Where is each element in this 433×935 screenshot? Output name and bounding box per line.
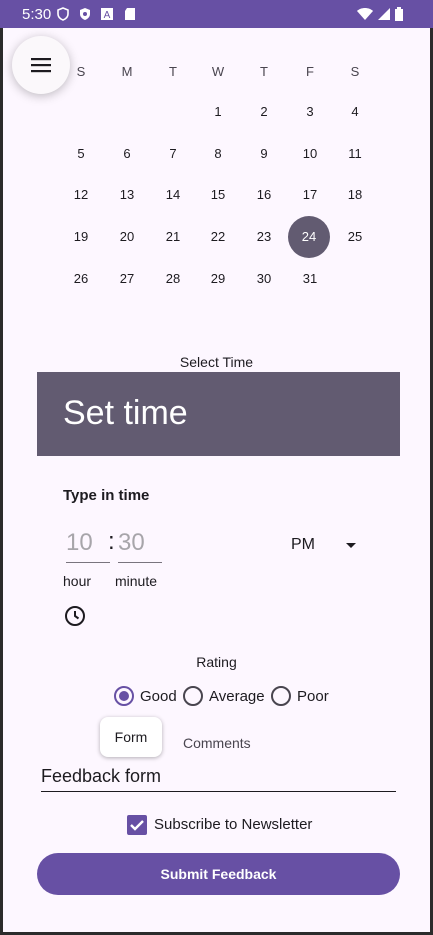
weekday-fri: F <box>306 64 314 79</box>
calendar-day[interactable]: 30 <box>241 265 287 293</box>
radio-poor[interactable] <box>271 686 291 706</box>
select-time-label: Select Time <box>179 354 254 370</box>
calendar-day[interactable]: 28 <box>150 265 196 293</box>
a-badge-icon: A <box>101 8 113 21</box>
calendar-day[interactable]: 12 <box>58 181 104 209</box>
radio-good-label[interactable]: Good <box>140 688 177 705</box>
calendar-day[interactable]: 16 <box>241 181 287 209</box>
feedback-input[interactable]: Feedback form <box>41 764 396 792</box>
minute-label: minute <box>115 573 158 589</box>
time-separator: : <box>108 528 115 555</box>
minute-input[interactable]: 30 <box>118 526 162 563</box>
calendar-day[interactable]: 10 <box>287 140 333 168</box>
calendar-day[interactable]: 25 <box>332 223 378 251</box>
calendar-day[interactable]: 15 <box>195 181 241 209</box>
clock-icon[interactable] <box>63 604 87 628</box>
calendar-day[interactable]: 29 <box>195 265 241 293</box>
calendar-day[interactable]: 1 <box>195 98 241 126</box>
ampm-select[interactable]: PM <box>291 536 315 554</box>
calendar-day[interactable]: 6 <box>104 140 150 168</box>
status-bar: 5:30 A <box>0 0 433 28</box>
security-icon <box>80 8 90 20</box>
calendar-day[interactable]: 9 <box>241 140 287 168</box>
radio-average[interactable] <box>183 686 203 706</box>
form-chip[interactable]: Form <box>100 717 162 757</box>
dropdown-arrow-icon[interactable] <box>345 542 357 550</box>
menu-icon <box>31 58 51 73</box>
calendar-day[interactable]: 17 <box>287 181 333 209</box>
battery-icon <box>395 7 403 21</box>
weekday-sun: S <box>76 64 86 79</box>
status-time: 5:30 <box>22 6 52 23</box>
set-time-header: Set time <box>37 372 400 456</box>
weekday-thu: T <box>260 64 268 79</box>
calendar-day[interactable]: 18 <box>332 181 378 209</box>
calendar-day[interactable]: 13 <box>104 181 150 209</box>
calendar-day[interactable]: 19 <box>58 223 104 251</box>
calendar-day[interactable]: 26 <box>58 265 104 293</box>
hour-input[interactable]: 10 <box>66 526 110 563</box>
calendar-day[interactable]: 27 <box>104 265 150 293</box>
sd-card-icon <box>125 8 135 20</box>
weekday-tue: T <box>169 64 177 79</box>
calendar-day[interactable]: 3 <box>287 98 333 126</box>
calendar-day[interactable]: 23 <box>241 223 287 251</box>
rating-label: Rating <box>196 654 237 670</box>
calendar-day[interactable]: 2 <box>241 98 287 126</box>
shield-icon <box>57 7 69 21</box>
calendar-day[interactable]: 14 <box>150 181 196 209</box>
hour-label: hour <box>63 573 92 589</box>
check-icon <box>130 820 144 831</box>
calendar-day[interactable]: 20 <box>104 223 150 251</box>
svg-text:A: A <box>104 10 111 21</box>
calendar-day[interactable]: 21 <box>150 223 196 251</box>
weekday-sat: S <box>350 64 360 79</box>
wifi-icon <box>357 8 373 20</box>
weekday-mon: M <box>121 64 133 79</box>
calendar-day-selected[interactable]: 24 <box>288 216 330 258</box>
radio-good[interactable] <box>114 686 134 706</box>
calendar-day[interactable]: 7 <box>150 140 196 168</box>
calendar-day[interactable]: 5 <box>58 140 104 168</box>
comments-label: Comments <box>183 735 251 751</box>
calendar-day[interactable]: 22 <box>195 223 241 251</box>
signal-icon <box>378 8 390 20</box>
newsletter-label[interactable]: Subscribe to Newsletter <box>154 816 312 833</box>
calendar-day[interactable]: 4 <box>332 98 378 126</box>
type-in-time-label: Type in time <box>63 487 150 504</box>
calendar-day[interactable]: 11 <box>332 140 378 168</box>
weekday-wed: W <box>211 64 225 79</box>
calendar-day[interactable]: 31 <box>287 265 333 293</box>
submit-feedback-button[interactable]: Submit Feedback <box>37 853 400 895</box>
newsletter-checkbox[interactable] <box>127 815 147 835</box>
radio-poor-label[interactable]: Poor <box>297 688 329 705</box>
set-time-title: Set time <box>63 394 188 432</box>
calendar-day[interactable]: 8 <box>195 140 241 168</box>
frame-left <box>0 28 3 935</box>
radio-average-label[interactable]: Average <box>209 688 265 705</box>
